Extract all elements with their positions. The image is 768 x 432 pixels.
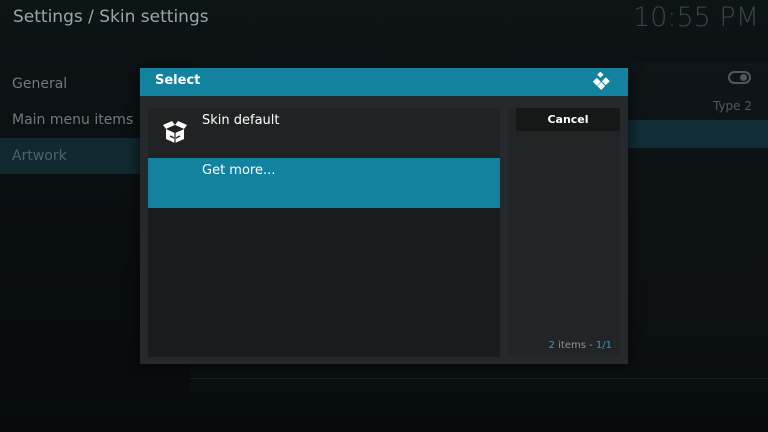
toggle-knob — [740, 74, 747, 81]
item-counter: 2 items - 1/1 — [549, 340, 612, 351]
background-header: Settings / Skin settings 10:55 PM — [0, 0, 768, 48]
list-item-label: Skin default — [202, 113, 280, 128]
background-divider — [190, 378, 768, 379]
select-list[interactable]: Skin default Get more... — [148, 108, 500, 357]
dialog-header: Select — [140, 68, 628, 96]
kodi-screen: Settings / Skin settings 10:55 PM Genera… — [0, 0, 768, 432]
background-toggle[interactable] — [728, 71, 751, 84]
page-indicator: 1/1 — [595, 340, 612, 351]
breadcrumb: Settings / Skin settings — [13, 7, 209, 27]
list-item-get-more[interactable]: Get more... — [148, 158, 500, 208]
list-item-skin-default[interactable]: Skin default — [148, 108, 500, 158]
cancel-button[interactable]: Cancel — [516, 108, 620, 131]
dialog-side-panel: Cancel 2 items - 1/1 — [508, 108, 620, 357]
background-type-value: Type 2 — [712, 99, 752, 113]
open-box-icon — [163, 121, 187, 143]
kodi-logo-icon — [592, 72, 610, 90]
list-item-label: Get more... — [202, 163, 276, 178]
item-count-label: items - — [554, 340, 596, 351]
dialog-title: Select — [155, 73, 201, 88]
clock: 10:55 PM — [633, 2, 759, 33]
select-dialog: Select Skin default Get more... Cancel 2… — [140, 68, 628, 364]
